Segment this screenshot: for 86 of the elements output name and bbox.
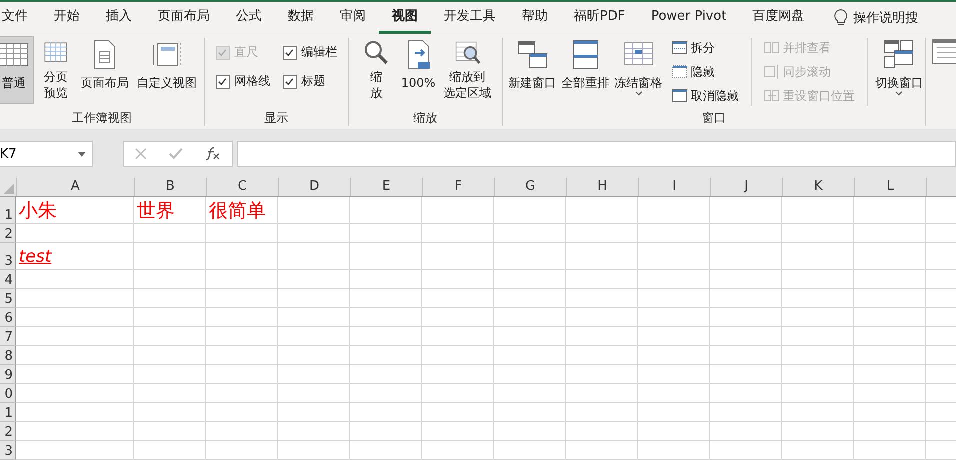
checkbox[interactable]: 标题 [282, 73, 338, 90]
split-window-icon [672, 40, 688, 56]
check-icon[interactable] [169, 148, 183, 160]
row-header[interactable]: 2 [0, 422, 16, 441]
ribbon-tab[interactable]: 文件 [0, 2, 41, 34]
ribbon-tab[interactable]: 页面布局 [145, 2, 223, 34]
sync-scroll-icon [764, 64, 780, 80]
column-header[interactable]: H [567, 178, 639, 196]
column-header[interactable]: G [495, 178, 567, 196]
group-label: 窗口 [701, 110, 727, 126]
column-header[interactable]: A [17, 178, 135, 196]
column-header[interactable]: C [207, 178, 279, 196]
checkmark-icon [285, 78, 294, 86]
column-header[interactable]: J [711, 178, 783, 196]
ribbon-tab[interactable]: 插入 [93, 2, 145, 34]
ribbon-button[interactable]: 切换窗口 [874, 36, 925, 104]
select-all-icon[interactable] [4, 184, 14, 194]
table-icon [932, 38, 956, 66]
ribbon-button[interactable]: 页面布局 [78, 36, 132, 104]
group-label: 缩放 [412, 110, 438, 126]
row-header[interactable]: 0 [0, 384, 16, 403]
formula-input[interactable] [237, 141, 956, 167]
row-header[interactable]: 3 [0, 441, 16, 460]
row-header[interactable]: 8 [0, 346, 16, 365]
ribbon-button[interactable]: 100% [398, 36, 439, 104]
cell-text: 很简单 [208, 199, 266, 223]
ribbon-button[interactable]: 新建窗口 [507, 36, 558, 104]
row-header[interactable]: 1 [0, 197, 16, 224]
side-by-side-icon [764, 40, 780, 56]
ribbon-tab[interactable]: 开始 [41, 2, 93, 34]
ribbon-tab[interactable]: 数据 [275, 2, 327, 34]
windows-icon [516, 39, 549, 71]
cancel-icon[interactable] [135, 148, 147, 160]
ribbon-tab[interactable]: 审阅 [327, 2, 379, 34]
ribbon-tab[interactable]: 帮助 [509, 2, 561, 34]
row-header[interactable]: 7 [0, 327, 16, 346]
window-icon [672, 88, 688, 104]
column-header[interactable]: F [423, 178, 495, 196]
ribbon-button[interactable]: 分页 预览 [36, 36, 76, 104]
ribbon-tab[interactable]: Power Pivot [638, 2, 740, 34]
lightbulb-icon [834, 9, 848, 27]
ribbon-button[interactable]: 普通 [0, 36, 34, 104]
ribbon-tab[interactable]: 福昕PDF [561, 2, 638, 34]
checkbox[interactable]: 网格线 [216, 73, 270, 90]
name-box[interactable]: K7 [0, 141, 93, 167]
dropdown-icon [78, 152, 86, 156]
row-header[interactable]: 4 [0, 270, 16, 289]
checkbox[interactable]: 编辑栏 [282, 44, 338, 61]
group-label: 工作簿视图 [71, 110, 133, 126]
ribbon-button[interactable]: 缩 放 [356, 36, 396, 104]
row-header[interactable]: 1 [0, 403, 16, 422]
ribbon-button[interactable]: 隐藏 [672, 62, 740, 82]
ribbon-button[interactable]: 缩放到 选定区域 [440, 36, 495, 104]
row-header[interactable]: 6 [0, 308, 16, 327]
group-label: 显示 [264, 110, 290, 126]
column-header[interactable]: K [783, 178, 855, 196]
column-header[interactable]: B [135, 178, 207, 196]
checkmark-icon [218, 48, 227, 56]
ribbon-button[interactable]: 取消隐藏 [672, 86, 740, 106]
tell-me-field[interactable]: 操作说明搜 [854, 9, 919, 27]
ribbon-tab[interactable]: 公式 [223, 2, 275, 34]
cell-text: 世界 [136, 199, 175, 223]
reset-windows-icon [764, 88, 780, 104]
column-header[interactable]: I [639, 178, 711, 196]
row-header[interactable]: 3 [0, 243, 16, 270]
row-header[interactable]: 5 [0, 289, 16, 308]
dotted-window-icon [672, 64, 688, 80]
cell-text: test [18, 246, 52, 269]
row-header[interactable]: 2 [0, 224, 16, 243]
column-header[interactable]: E [351, 178, 423, 196]
windows-icon [883, 39, 916, 71]
column-header[interactable]: D [279, 178, 351, 196]
ribbon-tab[interactable]: 开发工具 [431, 2, 509, 34]
ribbon-button[interactable]: 自定义视图 [134, 36, 200, 104]
caret-icon [634, 91, 643, 96]
ribbon-button[interactable]: 冻结窗格 [613, 36, 664, 104]
ribbon-button[interactable]: 拆分 [672, 38, 740, 58]
checkmark-icon [218, 78, 227, 86]
ribbon-tab[interactable]: 百度网盘 [740, 2, 818, 34]
ribbon-button[interactable]: 全部重排 [560, 36, 612, 104]
caret-icon [895, 91, 904, 96]
column-header[interactable]: L [855, 178, 927, 196]
row-header[interactable]: 9 [0, 365, 16, 384]
cell-text: 小朱 [18, 199, 57, 223]
checkmark-icon [285, 48, 294, 56]
function-icon[interactable] [205, 147, 221, 161]
